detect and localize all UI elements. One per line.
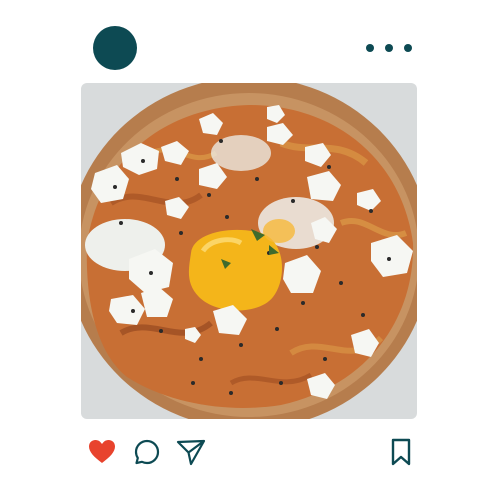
- heart-icon: [89, 440, 115, 463]
- egg-yolk: [263, 219, 295, 243]
- comment-button[interactable]: [132, 437, 162, 467]
- more-options-dot: [404, 44, 412, 52]
- like-button[interactable]: [87, 437, 117, 467]
- food-bowl-image: [81, 83, 417, 419]
- send-icon: [176, 439, 206, 466]
- more-options-dot: [385, 44, 393, 52]
- share-button[interactable]: [176, 437, 206, 467]
- post-photo[interactable]: [81, 83, 417, 419]
- save-button[interactable]: [386, 437, 416, 467]
- comment-icon: [134, 439, 160, 465]
- social-post: [0, 0, 500, 500]
- avatar[interactable]: [93, 26, 137, 70]
- more-options-dot: [366, 44, 374, 52]
- more-options-button[interactable]: [366, 36, 412, 60]
- bookmark-icon: [391, 438, 411, 466]
